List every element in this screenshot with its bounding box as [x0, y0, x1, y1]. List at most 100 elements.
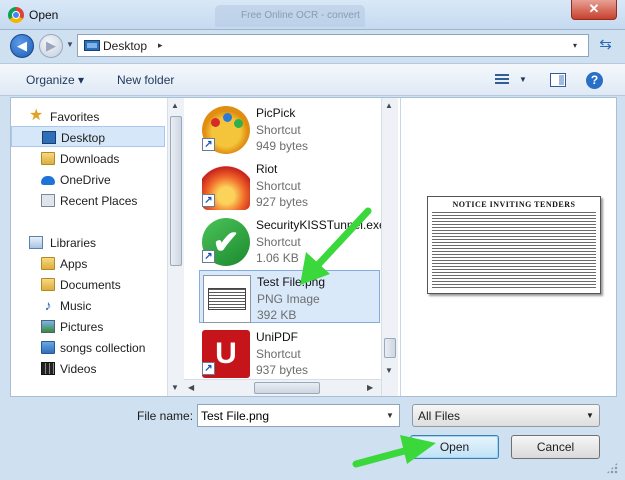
chevron-down-icon: ▼	[586, 411, 594, 420]
refresh-icon: ⇆	[599, 36, 612, 53]
documents-folder-icon	[41, 278, 55, 291]
navigation-pane: ★ Favorites Desktop Downloads OneDrive R…	[11, 98, 167, 396]
star-icon: ★	[29, 107, 44, 124]
recent-places-icon	[41, 194, 55, 207]
sidebar-item-label: OneDrive	[60, 173, 111, 187]
title-bar: Open Free Online OCR - convert ✕	[0, 0, 625, 30]
music-note-icon: ♪	[44, 297, 52, 313]
sidebar-item-apps[interactable]: Apps	[11, 253, 165, 274]
library-folder-icon	[41, 341, 55, 354]
scroll-up-icon[interactable]: ▲	[171, 101, 179, 110]
sidebar-item-videos[interactable]: Videos	[11, 358, 165, 379]
file-item-riot[interactable]: ↗ Riot Shortcut 927 bytes	[199, 158, 380, 211]
file-item-unipdf[interactable]: U ↗ UniPDF Shortcut 937 bytes	[199, 326, 380, 379]
preview-image: NOTICE INVITING TENDERS	[427, 196, 601, 294]
sidebar-item-label: Libraries	[50, 236, 97, 250]
preview-document-title: NOTICE INVITING TENDERS	[452, 200, 576, 209]
shortcut-arrow-icon: ↗	[202, 194, 215, 207]
folder-icon	[41, 257, 55, 270]
forward-button[interactable]: ▶	[39, 34, 63, 58]
shortcut-arrow-icon: ↗	[202, 362, 215, 375]
sidebar-item-desktop[interactable]: Desktop	[11, 126, 165, 147]
file-type: PNG Image	[257, 292, 320, 306]
file-name-label: File name:	[137, 409, 194, 423]
sidebar-item-onedrive[interactable]: OneDrive	[11, 169, 165, 190]
file-item-picpick[interactable]: ↗ PicPick Shortcut 949 bytes	[199, 102, 380, 155]
shortcut-arrow-icon: ↗	[202, 250, 215, 263]
breadcrumb-separator-icon[interactable]: ▸	[158, 40, 163, 51]
file-name: Riot	[256, 162, 278, 176]
sidebar-item-label: Downloads	[60, 152, 120, 166]
command-toolbar: Organize ▾ New folder ▼ ?	[0, 63, 625, 96]
shortcut-arrow-icon: ↗	[202, 138, 215, 151]
file-type-value: All Files	[418, 409, 461, 423]
close-button[interactable]: ✕	[571, 0, 617, 20]
scroll-down-icon[interactable]: ▼	[171, 383, 179, 392]
sidebar-item-pictures[interactable]: Pictures	[11, 316, 165, 337]
file-name-field[interactable]: ▼	[197, 404, 400, 427]
sidebar-item-documents[interactable]: Documents	[11, 274, 165, 295]
sidebar-item-label: songs collection	[60, 341, 146, 355]
address-dropdown-icon[interactable]: ▾	[573, 41, 577, 50]
sidebar-item-label: Pictures	[60, 320, 104, 334]
sidebar-item-recent-places[interactable]: Recent Places	[11, 190, 165, 211]
sidebar-item-label: Favorites	[50, 110, 100, 124]
refresh-button[interactable]: ⇆	[594, 34, 617, 57]
file-type-select[interactable]: All Files ▼	[412, 404, 600, 427]
cloud-icon	[41, 176, 55, 185]
scrollbar-thumb[interactable]	[170, 116, 182, 266]
scrollbar-thumb[interactable]	[254, 382, 320, 394]
navigation-scrollbar[interactable]: ▲ ▼	[167, 98, 184, 396]
file-name-input[interactable]	[201, 408, 376, 423]
organize-button[interactable]: Organize ▾	[26, 73, 84, 87]
scroll-down-icon[interactable]: ▼	[385, 366, 393, 375]
sidebar-item-favorites[interactable]: ★ Favorites	[11, 106, 165, 127]
sidebar-item-label: Videos	[60, 362, 97, 376]
scroll-up-icon[interactable]: ▲	[385, 101, 393, 110]
background-browser-tab: Free Online OCR - convert	[215, 5, 365, 27]
desktop-icon	[42, 131, 56, 144]
desktop-icon	[84, 40, 100, 51]
file-size: 937 bytes	[256, 363, 309, 377]
file-size: 392 KB	[257, 308, 297, 322]
file-type: Shortcut	[256, 179, 301, 193]
preview-pane-toggle-icon[interactable]	[550, 73, 566, 87]
scrollbar-thumb[interactable]	[384, 338, 396, 358]
recent-locations-dropdown[interactable]: ▼	[66, 40, 74, 49]
file-type: Shortcut	[256, 347, 301, 361]
arrow-right-icon: ▶	[46, 38, 56, 53]
file-type: Shortcut	[256, 123, 301, 137]
cancel-button[interactable]: Cancel	[511, 435, 600, 459]
file-size: 949 bytes	[256, 139, 309, 153]
view-options-icon[interactable]	[495, 74, 509, 86]
pictures-icon	[41, 320, 55, 333]
arrow-left-icon: ◀	[17, 38, 27, 53]
annotation-arrow-icon	[352, 435, 436, 468]
film-icon	[41, 362, 55, 375]
scroll-left-icon[interactable]: ◀	[188, 383, 194, 392]
preview-text-lines	[432, 212, 596, 290]
png-thumbnail-icon	[203, 275, 251, 323]
sidebar-item-label: Music	[60, 299, 92, 313]
sidebar-item-music[interactable]: ♪ Music	[11, 295, 165, 316]
address-location[interactable]: Desktop	[103, 39, 147, 53]
sidebar-item-songs-collection[interactable]: songs collection	[11, 337, 165, 358]
sidebar-item-downloads[interactable]: Downloads	[11, 148, 165, 169]
preview-pane: NOTICE INVITING TENDERS	[400, 98, 616, 396]
file-list-horizontal-scrollbar[interactable]: ◀ ▶	[184, 379, 381, 396]
file-name: PicPick	[256, 106, 296, 120]
libraries-icon	[29, 236, 43, 249]
chevron-down-icon[interactable]: ▼	[386, 411, 394, 420]
view-options-dropdown[interactable]: ▼	[519, 75, 527, 84]
sidebar-item-label: Recent Places	[60, 194, 138, 208]
scroll-right-icon[interactable]: ▶	[367, 383, 373, 392]
back-button[interactable]: ◀	[10, 34, 34, 58]
resize-grip-icon[interactable]	[606, 462, 618, 474]
address-bar[interactable]: Desktop ▸ ▾	[77, 34, 589, 57]
help-icon[interactable]: ?	[586, 72, 603, 89]
file-list-vertical-scrollbar[interactable]: ▲ ▼	[381, 98, 398, 396]
new-folder-button[interactable]: New folder	[117, 73, 174, 87]
sidebar-item-libraries[interactable]: Libraries	[11, 232, 165, 253]
sidebar-item-label: Desktop	[61, 131, 106, 145]
window-title: Open	[29, 8, 59, 22]
